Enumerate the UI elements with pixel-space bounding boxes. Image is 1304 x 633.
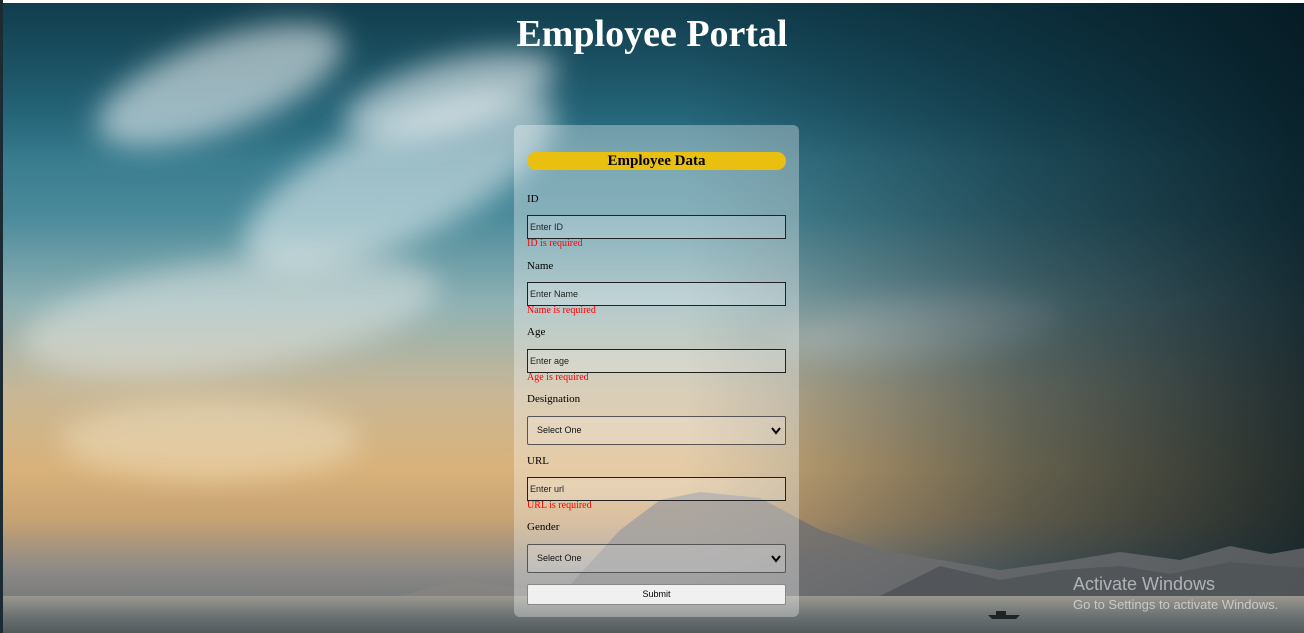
age-input[interactable]: Enter age: [527, 349, 786, 373]
chevron-down-icon: [771, 555, 781, 563]
url-error: URL is required: [527, 500, 592, 511]
employee-form-card: Employee Data ID Enter ID ID is required…: [514, 125, 799, 617]
activate-windows-watermark: Activate Windows Go to Settings to activ…: [1073, 574, 1278, 612]
id-label: ID: [527, 193, 539, 205]
cloud: [14, 231, 446, 399]
watermark-title: Activate Windows: [1073, 574, 1216, 594]
url-input[interactable]: Enter url: [527, 477, 786, 501]
gender-label: Gender: [527, 521, 560, 533]
name-error: Name is required: [527, 305, 596, 316]
id-error: ID is required: [527, 238, 583, 249]
name-input[interactable]: Enter Name: [527, 282, 786, 306]
top-border: [0, 0, 1304, 3]
gender-select[interactable]: Select One: [527, 544, 786, 573]
name-label: Name: [527, 260, 554, 272]
left-edge: [0, 0, 3, 633]
cloud: [60, 400, 360, 480]
age-label: Age: [527, 326, 546, 338]
boat-icon: [988, 611, 1020, 619]
watermark-subtitle: Go to Settings to activate Windows.: [1073, 597, 1279, 612]
gender-select-value: Select One: [537, 553, 582, 563]
url-label: URL: [527, 455, 549, 467]
designation-select[interactable]: Select One: [527, 416, 786, 445]
submit-button[interactable]: Submit: [527, 584, 786, 605]
page-title: Employee Portal: [516, 13, 788, 55]
id-input[interactable]: Enter ID: [527, 215, 786, 239]
chevron-down-icon: [771, 427, 781, 435]
designation-select-value: Select One: [537, 425, 582, 435]
designation-label: Designation: [527, 393, 581, 405]
form-header: Employee Data: [527, 152, 786, 170]
age-error: Age is required: [527, 372, 589, 383]
